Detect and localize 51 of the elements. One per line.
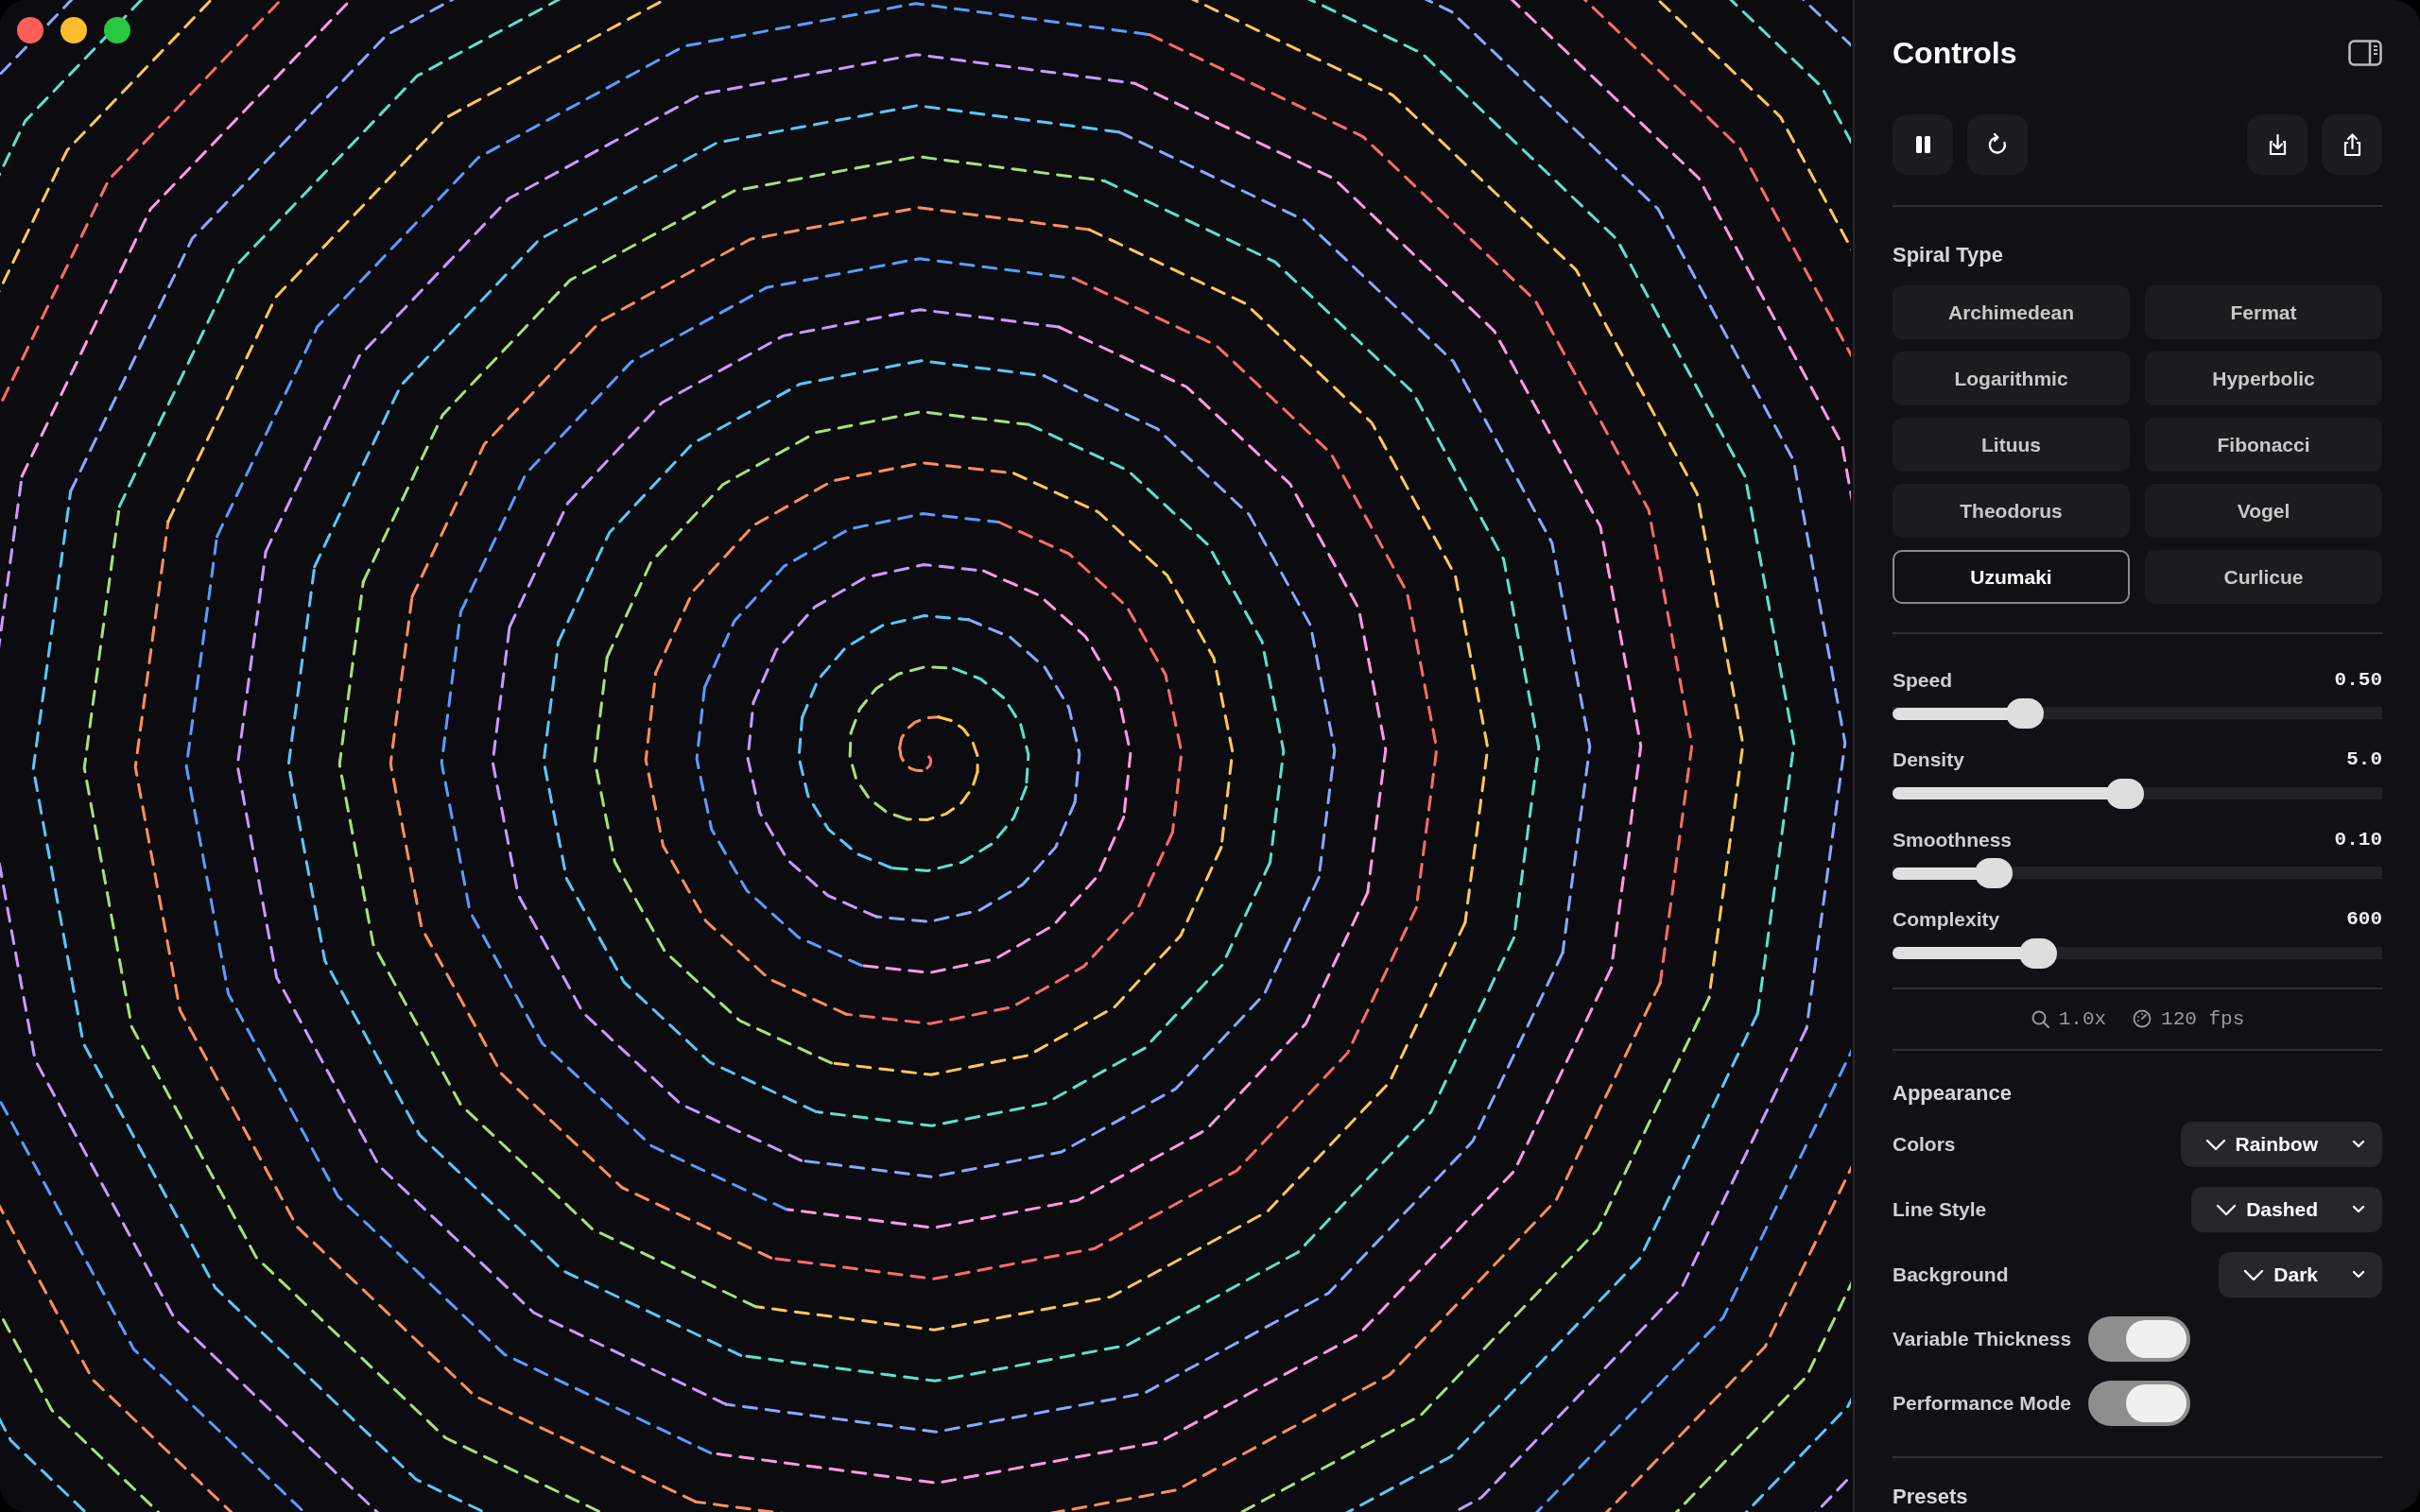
spiral-type-option[interactable]: Archimedean [1893,284,2130,339]
status-text: 120 fps [2161,1006,2245,1032]
pause-button[interactable] [1893,113,1953,175]
spiral-type-option[interactable]: Theodorus [1893,483,2130,538]
share-button[interactable] [2322,113,2382,175]
spiral-type-option[interactable]: Lituus [1893,417,2130,472]
sidebar-toggle-icon[interactable] [2348,40,2382,67]
chevron-down-icon [2352,1140,2365,1149]
panel-title: Controls [1893,35,2017,72]
spiral-type-option[interactable]: Fermat [2145,284,2382,339]
slider-value: 0.10 [2334,827,2382,852]
slider-label: Complexity [1893,907,2000,933]
spiral-type-option[interactable]: Hyperbolic [2145,351,2382,405]
slider-label: Density [1893,747,1964,773]
slider-value: 5.0 [2346,747,2382,773]
setting-label: Performance Mode [1893,1391,2072,1417]
slider-label: Speed [1893,667,1953,693]
section-title: Appearance [1893,1080,2013,1107]
slider-value: 0.50 [2334,667,2382,693]
setting-label: Line Style [1893,1197,1987,1223]
chevron-down-icon [2352,1270,2365,1280]
gauge-icon [2133,1009,2152,1029]
window-control-button[interactable] [60,17,87,43]
reset-button[interactable] [1967,113,2028,175]
slider-value: 600 [2346,907,2382,933]
toggle-switch[interactable] [2088,1381,2191,1426]
spiral-type-option[interactable]: Logarithmic [1893,351,2130,405]
slider-label: Smoothness [1893,827,2013,852]
slider-thumb[interactable] [2005,698,2044,730]
download-button[interactable] [2247,113,2308,175]
zoom-icon [2030,1009,2049,1029]
setting-label: Background [1893,1263,2009,1288]
setting-label: Colors [1893,1132,1956,1158]
window-control-button[interactable] [17,17,43,43]
section-title: Presets [1893,1484,1969,1510]
dropdown[interactable]: Rainbow [2180,1122,2382,1167]
section-title: Spiral Type [1893,241,2004,268]
status-text: 1.0x [2058,1006,2107,1032]
spiral-type-option[interactable]: Uzumaki [1893,549,2130,604]
toggle-switch[interactable] [2088,1316,2191,1362]
spiral-type-option[interactable]: Vogel [2145,483,2382,538]
setting-label: Variable Thickness [1893,1327,2072,1352]
dropdown[interactable]: Dashed [2191,1187,2382,1232]
spiral-type-option[interactable]: Fibonacci [2145,417,2382,472]
window-control-button[interactable] [104,17,130,43]
slider-thumb[interactable] [2106,778,2145,809]
slider-thumb[interactable] [1975,858,2014,889]
dropdown[interactable]: Dark [2219,1252,2382,1297]
chevron-down-icon [2352,1205,2365,1214]
spiral-type-option[interactable]: Curlicue [2145,549,2382,604]
slider-thumb[interactable] [2019,937,2058,969]
